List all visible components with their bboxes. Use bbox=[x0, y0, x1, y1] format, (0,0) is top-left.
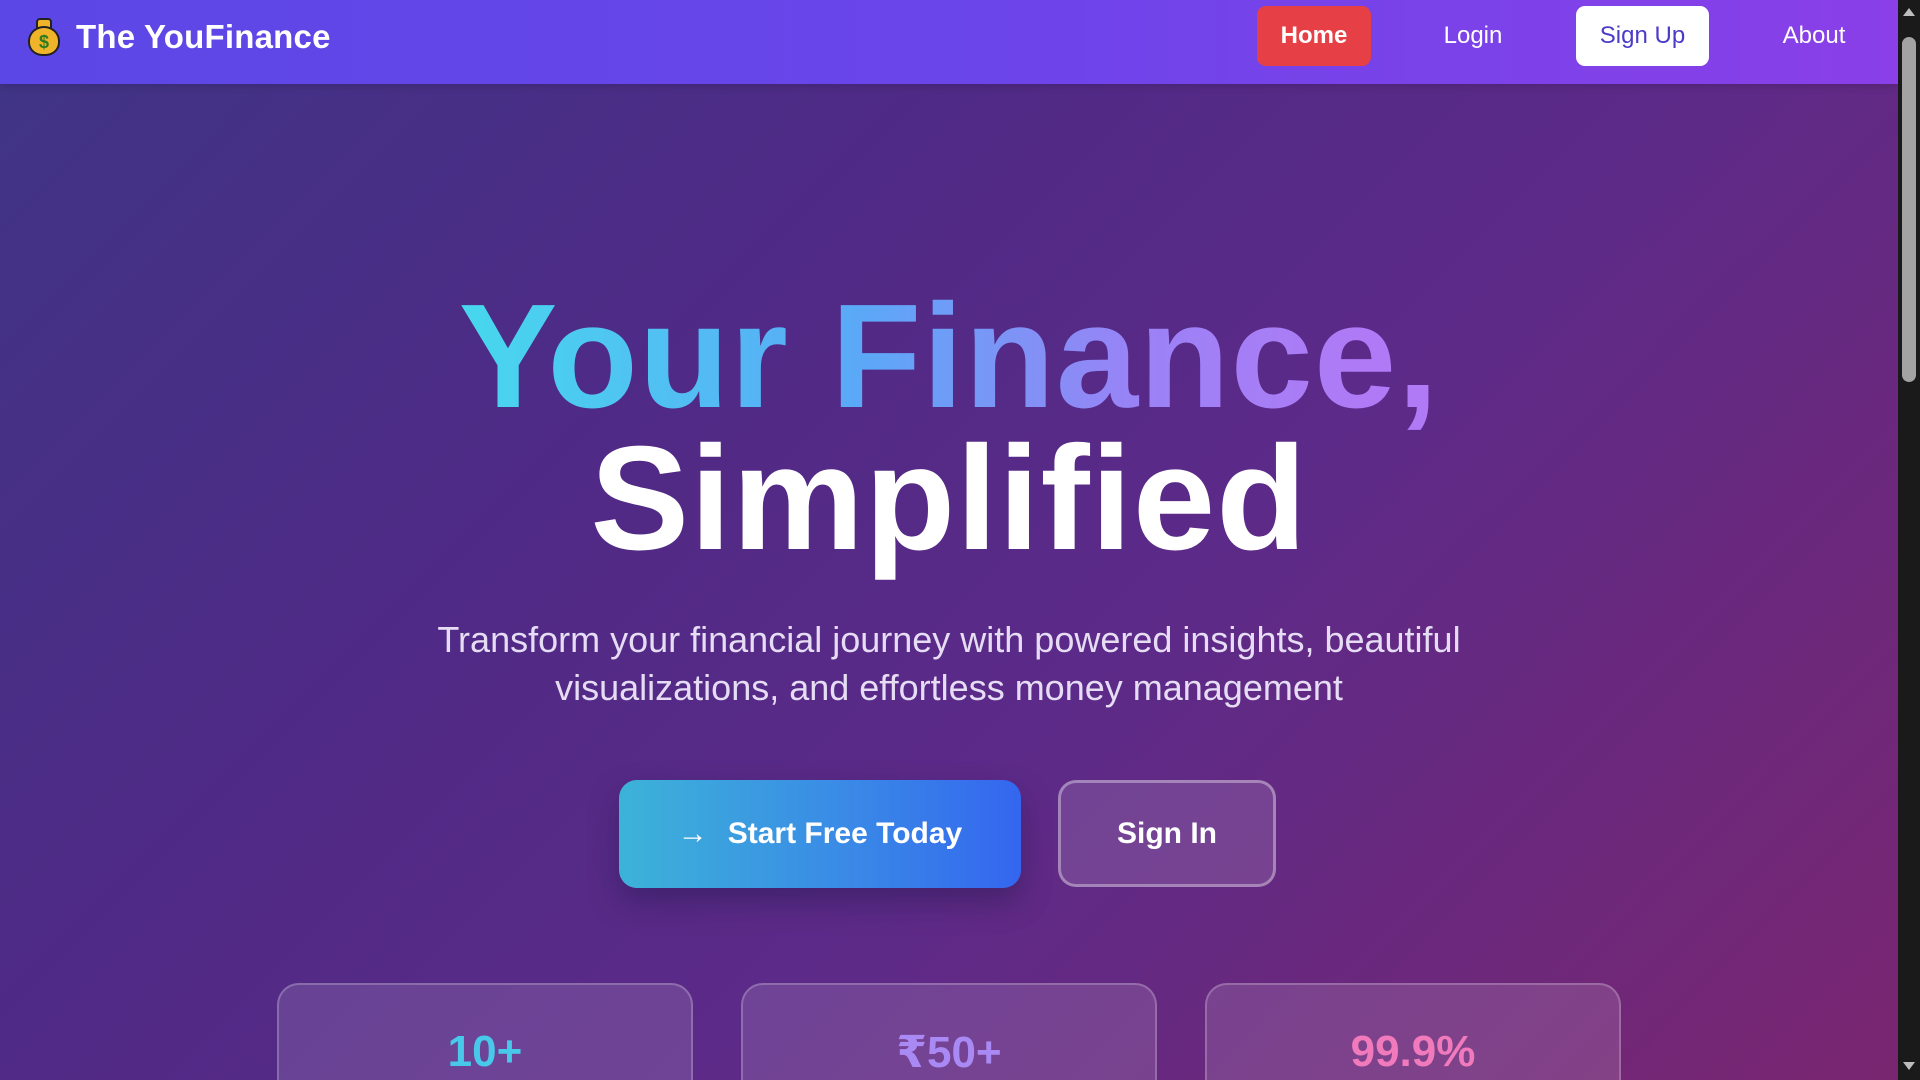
stat-value: 10+ bbox=[447, 1027, 523, 1076]
hero-subtitle: Transform your financial journey with po… bbox=[420, 616, 1478, 712]
nav-about-link[interactable]: About bbox=[1764, 6, 1864, 66]
scroll-up-arrow-icon[interactable] bbox=[1903, 8, 1915, 16]
start-free-label: Start Free Today bbox=[727, 817, 963, 850]
stat-card: 99.9% bbox=[1205, 983, 1621, 1080]
nav-signup-button[interactable]: Sign Up bbox=[1576, 6, 1709, 66]
stat-card: ₹50+ bbox=[741, 983, 1157, 1080]
scroll-down-arrow-icon[interactable] bbox=[1903, 1062, 1915, 1070]
start-free-button[interactable]: → Start Free Today bbox=[619, 780, 1021, 888]
hero-subtitle-line2: visualizations, and effortless money man… bbox=[555, 667, 1343, 708]
scrollbar-thumb[interactable] bbox=[1902, 37, 1916, 382]
page: $ The YouFinance Home Login Sign Up Abou… bbox=[0, 0, 1898, 1080]
stat-card: 10+ bbox=[277, 983, 693, 1080]
brand[interactable]: $ The YouFinance bbox=[26, 17, 331, 57]
vertical-scrollbar[interactable] bbox=[1898, 0, 1920, 1080]
nav-login-link[interactable]: Login bbox=[1418, 6, 1528, 66]
stat-value: 99.9% bbox=[1350, 1027, 1476, 1076]
stat-value: ₹50+ bbox=[896, 1028, 1002, 1077]
brand-title: The YouFinance bbox=[76, 18, 331, 55]
arrow-right-icon: → bbox=[677, 817, 708, 850]
nav-home-button[interactable]: Home bbox=[1257, 6, 1371, 66]
top-navbar: $ The YouFinance Home Login Sign Up Abou… bbox=[0, 0, 1898, 84]
money-bag-icon: $ bbox=[26, 17, 62, 57]
hero-title-line2: Simplified bbox=[590, 416, 1308, 581]
hero-subtitle-line1: Transform your financial journey with po… bbox=[437, 619, 1461, 660]
sign-in-button[interactable]: Sign In bbox=[1058, 780, 1276, 887]
